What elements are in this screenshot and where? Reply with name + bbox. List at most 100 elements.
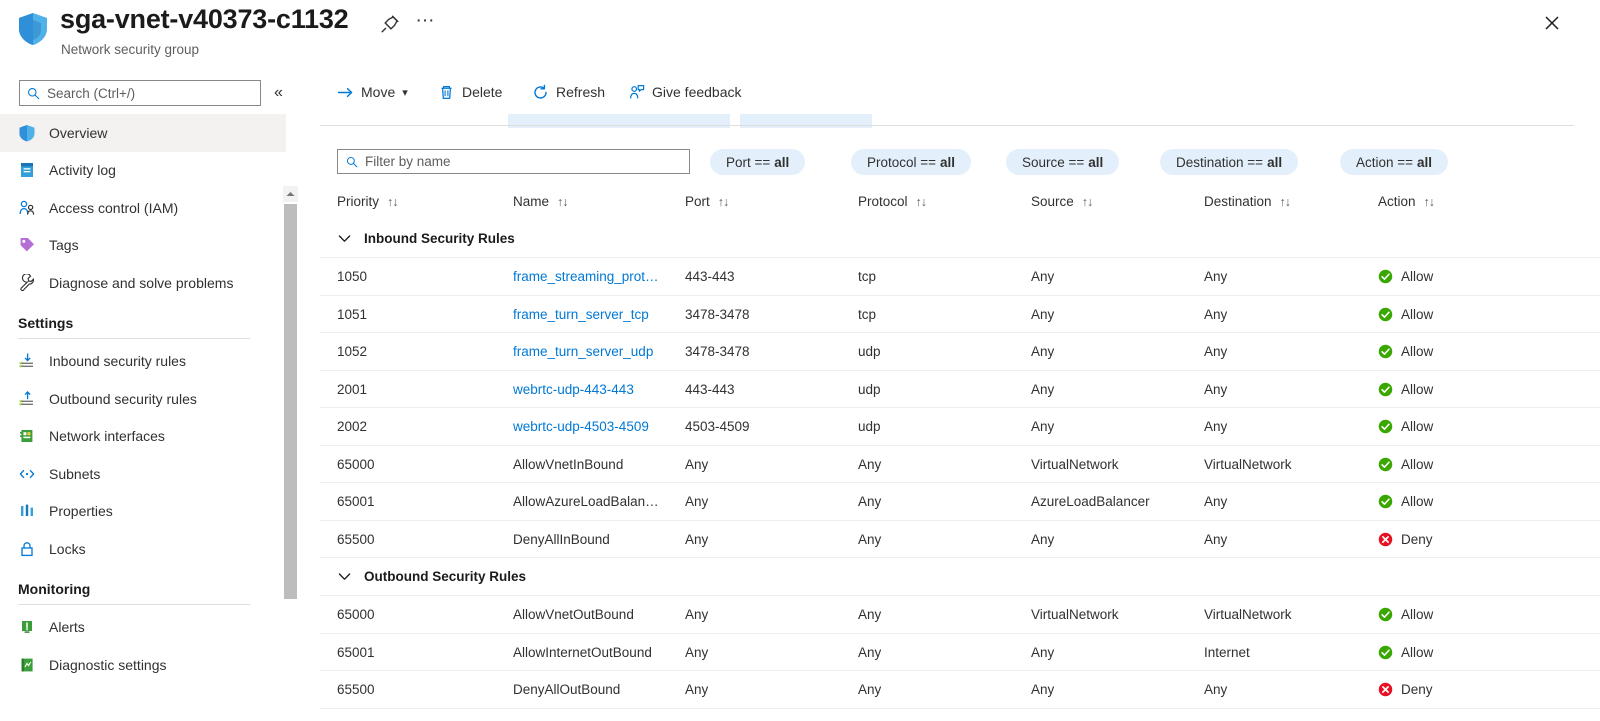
sidebar-item-label: Diagnose and solve problems	[49, 275, 233, 291]
cell-name[interactable]: frame_turn_server_tcp	[513, 296, 678, 334]
table-row[interactable]: 1051frame_turn_server_tcp3478-3478tcpAny…	[320, 296, 1600, 334]
rule-group-header[interactable]: Inbound Security Rules	[320, 220, 1600, 258]
action-label: Allow	[1401, 419, 1433, 434]
refresh-button[interactable]: Refresh	[532, 79, 605, 105]
cell-priority: 65500	[337, 521, 497, 559]
cell-port: 3478-3478	[685, 333, 835, 371]
filter-chip-port[interactable]: Port == all	[710, 149, 805, 175]
sidebar-item-activity-log[interactable]: Activity log	[0, 152, 286, 190]
sort-icon: ↑↓	[557, 195, 568, 209]
sidebar-item-outbound-security-rules[interactable]: Outbound security rules	[0, 380, 286, 418]
cell-priority: 1052	[337, 333, 497, 371]
sidebar-item-subnets[interactable]: Subnets	[0, 455, 286, 493]
sidebar-scrollbar[interactable]	[283, 186, 298, 607]
action-label: Allow	[1401, 269, 1433, 284]
sidebar-item-diagnose[interactable]: Diagnose and solve problems	[0, 264, 286, 302]
cell-source: AzureLoadBalancer	[1031, 483, 1196, 521]
sidebar-section-monitoring: Monitoring	[0, 568, 286, 597]
sidebar-item-inbound-security-rules[interactable]: Inbound security rules	[0, 343, 286, 381]
sidebar-item-access-control[interactable]: Access control (IAM)	[0, 189, 286, 227]
scrollbar-thumb[interactable]	[284, 204, 297, 599]
deny-icon	[1378, 532, 1393, 547]
feedback-person-icon	[628, 84, 645, 101]
sidebar-item-label: Alerts	[49, 619, 85, 635]
table-header-row: Priority ↑↓ Name ↑↓ Port ↑↓ Protocol ↑↓ …	[320, 186, 1600, 220]
sort-icon: ↑↓	[916, 195, 927, 209]
sidebar-item-label: Subnets	[49, 466, 100, 482]
chevron-down-icon	[337, 569, 352, 584]
allow-icon	[1378, 494, 1393, 509]
move-button[interactable]: Move ▾	[337, 79, 408, 105]
cell-port: 3478-3478	[685, 296, 835, 334]
activity-log-icon	[18, 161, 36, 179]
table-row[interactable]: 1050frame_streaming_prot…443-443tcpAnyAn…	[320, 258, 1600, 296]
allow-icon	[1378, 344, 1393, 359]
table-row[interactable]: 65001AllowInternetOutBoundAnyAnyAnyInter…	[320, 634, 1600, 672]
scroll-up-button[interactable]	[283, 186, 298, 202]
column-header-source[interactable]: Source ↑↓	[1031, 194, 1196, 209]
pin-icon[interactable]	[378, 12, 402, 36]
table-row[interactable]: 65500DenyAllOutBoundAnyAnyAnyAnyDeny	[320, 671, 1600, 709]
cell-name[interactable]: frame_turn_server_udp	[513, 333, 678, 371]
table-row[interactable]: 1052frame_turn_server_udp3478-3478udpAny…	[320, 333, 1600, 371]
sidebar-section-label: Monitoring	[18, 581, 286, 597]
diagnostic-settings-icon	[18, 656, 36, 674]
table-row[interactable]: 65001AllowAzureLoadBalan…AnyAnyAzureLoad…	[320, 483, 1600, 521]
column-header-protocol[interactable]: Protocol ↑↓	[858, 194, 1018, 209]
allow-icon	[1378, 307, 1393, 322]
rule-group-header[interactable]: Outbound Security Rules	[320, 558, 1600, 596]
chip-value: all	[1088, 155, 1103, 170]
cell-priority: 1050	[337, 258, 497, 296]
cell-action: Allow	[1378, 634, 1543, 672]
close-icon[interactable]	[1538, 9, 1566, 37]
column-header-destination[interactable]: Destination ↑↓	[1204, 194, 1369, 209]
collapse-sidebar-button[interactable]: «	[274, 82, 283, 104]
filter-by-name-input[interactable]: Filter by name	[337, 149, 690, 174]
column-header-name[interactable]: Name ↑↓	[513, 194, 678, 209]
cell-priority: 1051	[337, 296, 497, 334]
table-row[interactable]: 65000AllowVnetInBoundAnyAnyVirtualNetwor…	[320, 446, 1600, 484]
delete-label: Delete	[462, 84, 502, 100]
cell-name: DenyAllInBound	[513, 521, 678, 559]
table-row[interactable]: 65500DenyAllInBoundAnyAnyAnyAnyDeny	[320, 521, 1600, 559]
column-header-action[interactable]: Action ↑↓	[1378, 194, 1543, 209]
table-row[interactable]: 2002webrtc-udp-4503-45094503-4509udpAnyA…	[320, 408, 1600, 446]
column-header-port[interactable]: Port ↑↓	[685, 194, 835, 209]
action-label: Allow	[1401, 344, 1433, 359]
cell-action: Allow	[1378, 408, 1543, 446]
search-input[interactable]: Search (Ctrl+/)	[19, 80, 261, 106]
more-options-button[interactable]: ···	[413, 10, 437, 34]
filter-chip-source[interactable]: Source == all	[1006, 149, 1119, 175]
cell-destination: Any	[1204, 371, 1369, 409]
cell-port: Any	[685, 521, 835, 559]
sidebar-item-alerts[interactable]: Alerts	[0, 609, 286, 647]
sort-icon: ↑↓	[1424, 195, 1435, 209]
sort-icon: ↑↓	[387, 195, 398, 209]
delete-button[interactable]: Delete	[438, 79, 502, 105]
cell-action: Deny	[1378, 521, 1543, 559]
column-label: Priority	[337, 194, 379, 209]
sidebar-item-diagnostic-settings[interactable]: Diagnostic settings	[0, 646, 286, 684]
filter-chip-destination[interactable]: Destination == all	[1160, 149, 1298, 175]
table-row[interactable]: 65000AllowVnetOutBoundAnyAnyVirtualNetwo…	[320, 596, 1600, 634]
cell-protocol: tcp	[858, 258, 1018, 296]
cell-destination: Any	[1204, 296, 1369, 334]
cell-name[interactable]: webrtc-udp-4503-4509	[513, 408, 678, 446]
cell-name[interactable]: frame_streaming_prot…	[513, 258, 678, 296]
table-row[interactable]: 2001webrtc-udp-443-443443-443udpAnyAnyAl…	[320, 371, 1600, 409]
cell-name[interactable]: webrtc-udp-443-443	[513, 371, 678, 409]
filter-chip-action[interactable]: Action == all	[1340, 149, 1448, 175]
properties-icon	[18, 502, 36, 520]
cell-protocol: Any	[858, 671, 1018, 709]
sidebar-item-locks[interactable]: Locks	[0, 530, 286, 568]
cell-name: AllowInternetOutBound	[513, 634, 678, 672]
deny-icon	[1378, 682, 1393, 697]
sidebar-item-tags[interactable]: Tags	[0, 227, 286, 265]
search-icon	[27, 87, 40, 100]
sidebar-item-properties[interactable]: Properties	[0, 493, 286, 531]
filter-chip-protocol[interactable]: Protocol == all	[851, 149, 971, 175]
give-feedback-button[interactable]: Give feedback	[628, 79, 742, 105]
column-header-priority[interactable]: Priority ↑↓	[337, 194, 497, 209]
sidebar-item-network-interfaces[interactable]: Network interfaces	[0, 418, 286, 456]
sidebar-item-overview[interactable]: Overview	[0, 114, 286, 152]
